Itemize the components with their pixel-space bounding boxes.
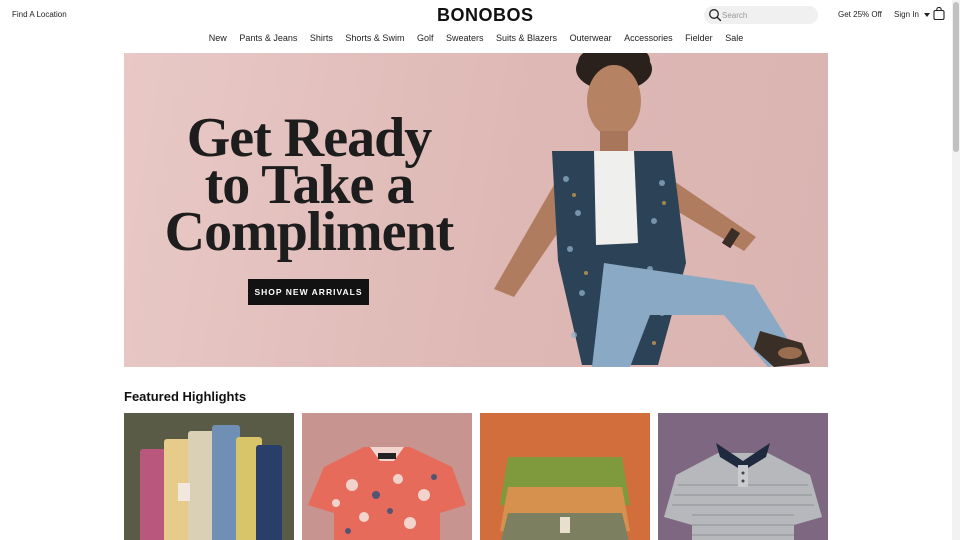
featured-card-shorts[interactable] xyxy=(480,413,650,540)
shop-new-arrivals-button[interactable]: SHOP NEW ARRIVALS xyxy=(248,279,369,305)
nav-item-golf[interactable]: Golf xyxy=(417,33,434,43)
scrollbar-thumb[interactable] xyxy=(953,2,959,152)
hero-model-image xyxy=(494,53,810,367)
brand-logo[interactable]: BONOBOS xyxy=(437,5,534,26)
featured-highlights-title: Featured Highlights xyxy=(124,389,247,404)
pants-stack-image xyxy=(140,425,282,540)
search-input[interactable] xyxy=(722,8,812,22)
nav-item-sweaters[interactable]: Sweaters xyxy=(446,33,484,43)
shirt-image xyxy=(308,447,466,540)
nav-item-pants-jeans[interactable]: Pants & Jeans xyxy=(239,33,297,43)
top-bar: Find A Location BONOBOS Get 25% Off Sign… xyxy=(0,0,952,30)
nav-item-shorts-swim[interactable]: Shorts & Swim xyxy=(345,33,404,43)
chevron-down-icon xyxy=(923,12,930,17)
nav-item-suits-blazers[interactable]: Suits & Blazers xyxy=(496,33,557,43)
sign-in-button[interactable]: Sign In xyxy=(894,10,930,19)
hero-headline-line: Compliment xyxy=(164,201,455,263)
nav-item-sale[interactable]: Sale xyxy=(725,33,743,43)
nav-item-outerwear[interactable]: Outerwear xyxy=(570,33,612,43)
promo-link[interactable]: Get 25% Off xyxy=(838,10,882,19)
shopping-bag-icon[interactable] xyxy=(933,7,945,20)
featured-card-pants[interactable] xyxy=(124,413,294,540)
search-box[interactable] xyxy=(704,6,818,24)
nav-item-shirts[interactable]: Shirts xyxy=(310,33,333,43)
nav-item-new[interactable]: New xyxy=(209,33,227,43)
polo-image xyxy=(664,443,822,540)
hero-banner[interactable]: Get Ready to Take a Compliment SHOP NEW … xyxy=(124,53,828,367)
nav-item-accessories[interactable]: Accessories xyxy=(624,33,673,43)
featured-card-shirt[interactable] xyxy=(302,413,472,540)
nav-item-fielder[interactable]: Fielder xyxy=(685,33,713,43)
sign-in-label: Sign In xyxy=(894,10,919,19)
shorts-stack-image xyxy=(500,457,630,540)
main-nav: New Pants & Jeans Shirts Shorts & Swim G… xyxy=(0,33,952,47)
find-location-link[interactable]: Find A Location xyxy=(12,10,67,19)
featured-card-polo[interactable] xyxy=(658,413,828,540)
hero-headline: Get Ready to Take a Compliment xyxy=(164,110,455,263)
search-icon[interactable] xyxy=(708,8,722,22)
page-scrollbar[interactable] xyxy=(952,0,960,540)
